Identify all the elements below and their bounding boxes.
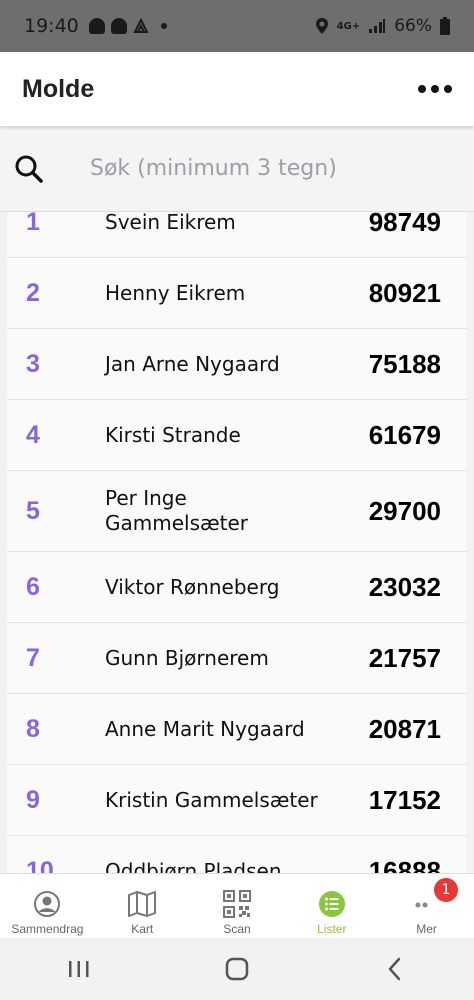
battery-text: 66% (394, 16, 432, 36)
nav-scan[interactable]: Scan (190, 874, 285, 938)
rank-number: 10 (26, 856, 54, 874)
nav-label: Scan (223, 922, 251, 936)
app-header: Molde (0, 52, 474, 126)
list-item[interactable]: 4 Kirsti Strande 61679 (7, 400, 467, 471)
search-input[interactable] (88, 155, 422, 182)
dot-icon (160, 23, 167, 29)
page-title: Molde (22, 74, 95, 103)
rank-number: 3 (26, 349, 40, 378)
participant-name: Kristin Gammelsæter (105, 787, 318, 812)
participant-score: 20871 (368, 713, 441, 744)
map-icon (128, 891, 157, 917)
list-item[interactable]: 10 Oddbjørn Pladsen 16888 (7, 836, 467, 873)
qr-code-icon (222, 890, 251, 918)
participant-name: Jan Arne Nygaard (105, 351, 280, 376)
participant-score: 61679 (368, 419, 441, 450)
participant-name: Henny Eikrem (105, 280, 246, 305)
list-item[interactable]: 7 Gunn Bjørnerem 21757 (7, 623, 467, 694)
search-bar (0, 126, 474, 212)
participant-score: 75188 (368, 348, 441, 379)
list-item[interactable]: 5 Per Inge Gammelsæter 29700 (7, 471, 467, 552)
participant-name: Gunn Bjørnerem (105, 645, 269, 670)
recent-apps-icon[interactable] (66, 958, 92, 980)
participant-name: Viktor Rønneberg (105, 574, 280, 599)
participant-name: Anne Marit Nygaard (105, 716, 305, 741)
notification-badge: 1 (433, 878, 458, 902)
rank-number: 5 (26, 496, 40, 525)
list-item[interactable]: 9 Kristin Gammelsæter 17152 (7, 765, 467, 836)
rank-number: 4 (26, 420, 40, 449)
battery-icon (440, 17, 450, 35)
snapchat-icon (110, 18, 127, 34)
list-icon (318, 891, 345, 917)
rank-number: 9 (26, 785, 40, 814)
participant-name: Kirsti Strande (105, 422, 241, 447)
status-icons: 4G+ 66% (315, 16, 450, 36)
participant-score: 17152 (368, 784, 441, 815)
dot-icon (418, 85, 426, 93)
participant-score: 21757 (368, 642, 441, 673)
participant-score: 29700 (368, 495, 441, 526)
list-item[interactable]: 8 Anne Marit Nygaard 20871 (7, 694, 467, 765)
strava-icon (133, 18, 149, 33)
participant-score: 16888 (368, 855, 441, 874)
notification-icons (88, 18, 167, 34)
list-item[interactable]: 2 Henny Eikrem 80921 (7, 258, 467, 329)
snapchat-icon (88, 18, 105, 34)
ranking-list[interactable]: 1 Svein Eikrem 98749 2 Henny Eikrem 8092… (7, 187, 467, 873)
more-menu-button[interactable] (418, 85, 452, 93)
participant-name: Oddbjørn Pladsen (105, 858, 282, 874)
participant-name: Per Inge Gammelsæter (105, 486, 249, 535)
list-item[interactable]: 3 Jan Arne Nygaard 75188 (7, 329, 467, 400)
dot-icon (444, 85, 452, 93)
list-item[interactable]: 6 Viktor Rønneberg 23032 (7, 552, 467, 623)
rank-number: 7 (26, 643, 40, 672)
back-icon[interactable] (382, 956, 408, 982)
participant-score: 80921 (368, 277, 441, 308)
nav-label: Lister (317, 922, 347, 936)
user-circle-icon (34, 891, 61, 917)
signal-icon (369, 19, 386, 33)
nav-kart[interactable]: Kart (95, 874, 190, 938)
nav-label: Kart (131, 922, 154, 936)
rank-number: 8 (26, 714, 40, 743)
network-type: 4G+ (336, 20, 361, 32)
nav-lister[interactable]: Lister (284, 874, 379, 938)
home-icon[interactable] (224, 956, 250, 982)
status-bar: 19:40 4G+ 66% (0, 0, 474, 52)
status-time: 19:40 (24, 15, 79, 37)
dot-icon (431, 85, 439, 93)
search-icon (15, 155, 43, 183)
participant-name: Svein Eikrem (105, 209, 236, 234)
system-nav-bar (0, 937, 474, 1000)
bottom-nav: Sammendrag Kart Scan Lister 1 Mer (0, 873, 474, 938)
rank-number: 6 (26, 572, 40, 601)
nav-label: Sammendrag (11, 922, 84, 936)
nav-mer[interactable]: 1 Mer (379, 874, 474, 938)
participant-score: 23032 (368, 571, 441, 602)
rank-number: 2 (26, 278, 40, 307)
nav-label: Mer (416, 922, 437, 936)
nav-sammendrag[interactable]: Sammendrag (0, 874, 95, 938)
location-icon (315, 18, 328, 34)
